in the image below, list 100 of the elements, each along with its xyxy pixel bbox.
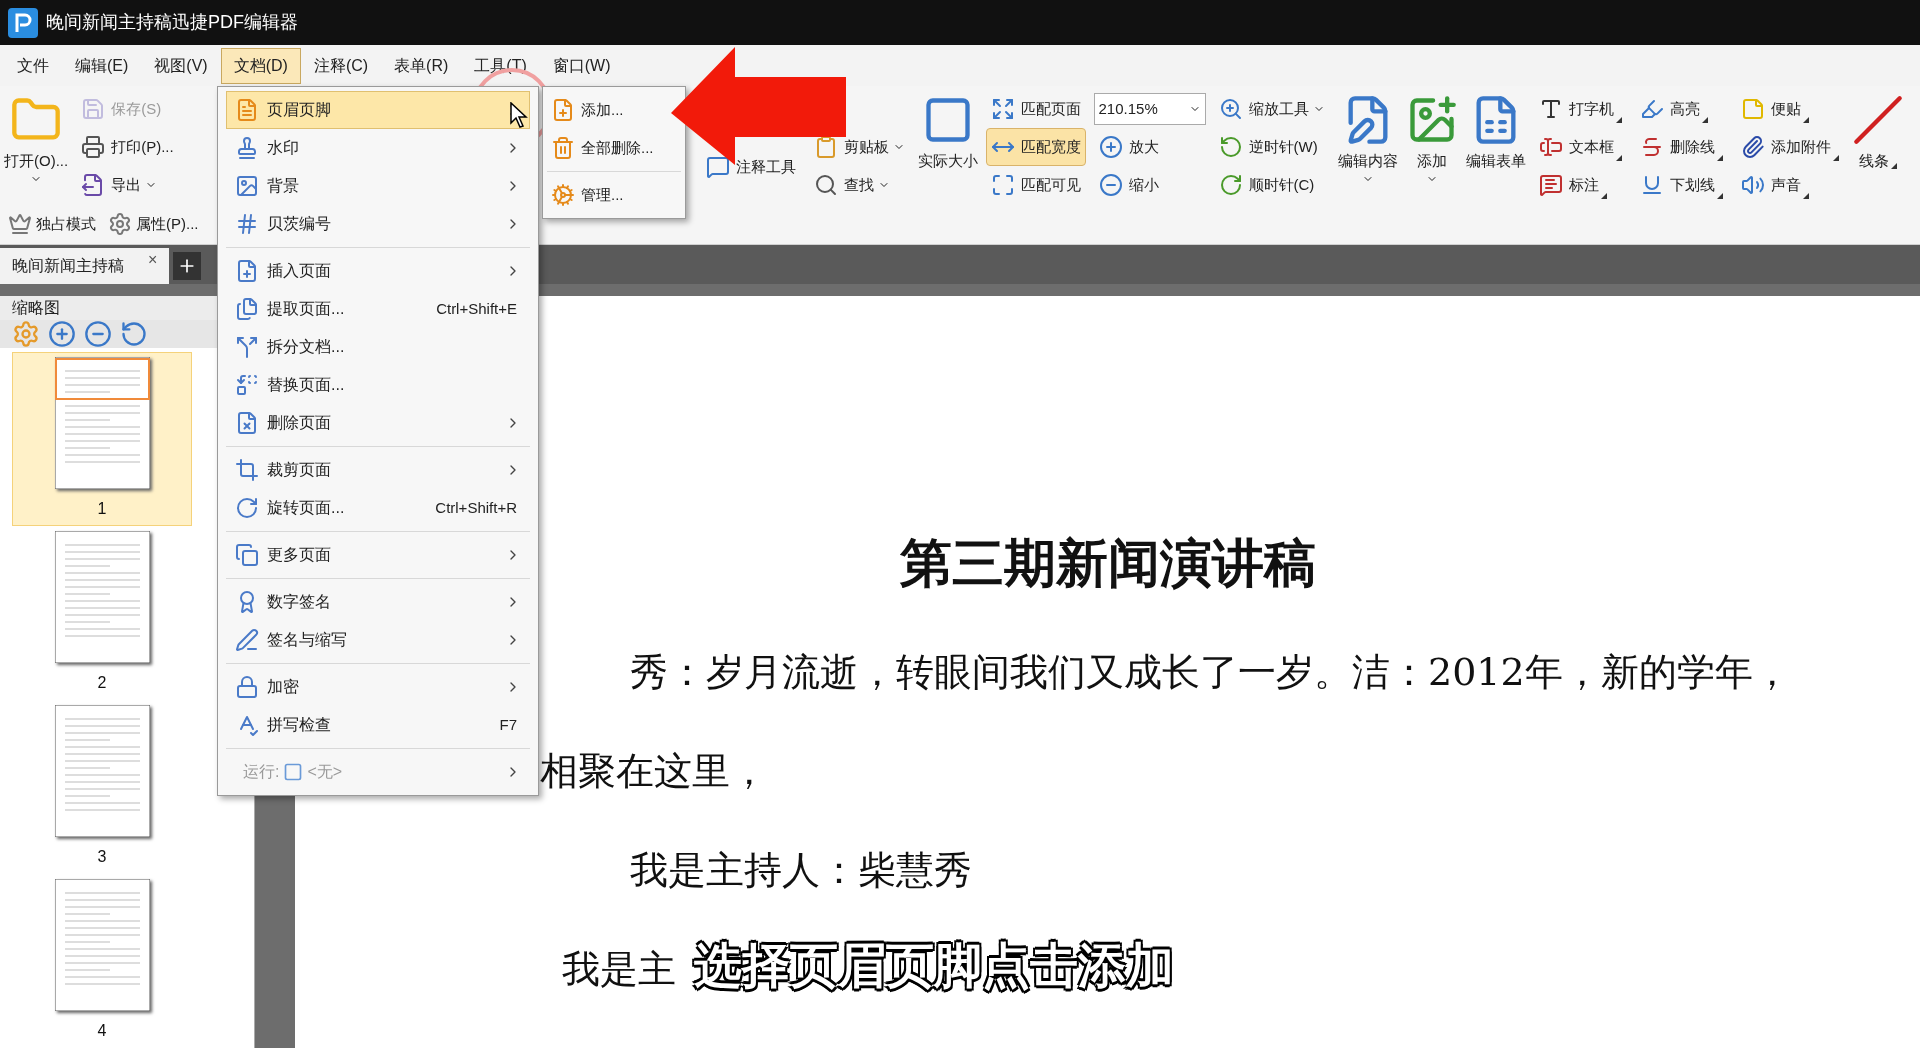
tab-close-button[interactable]: × bbox=[148, 248, 158, 272]
menu-item[interactable]: 文件 bbox=[4, 47, 62, 84]
page-thumbnail[interactable]: 4 bbox=[12, 874, 192, 1048]
toolbar-button[interactable]: 删除线 bbox=[1634, 128, 1728, 166]
menu-item[interactable]: 拆分文档... bbox=[226, 328, 530, 366]
extract-page-icon bbox=[235, 297, 259, 321]
menu-item[interactable]: 页眉页脚 bbox=[226, 91, 530, 129]
save-icon bbox=[81, 97, 106, 121]
toolbar-button[interactable]: 属性(P)... bbox=[104, 208, 203, 240]
replace-page-icon bbox=[235, 373, 259, 397]
zoom-combo[interactable]: 210.15% bbox=[1093, 93, 1206, 125]
menu-item[interactable]: 加密 bbox=[226, 668, 530, 706]
toolbar-button[interactable]: 便贴 bbox=[1735, 90, 1844, 128]
watermark-icon bbox=[235, 136, 259, 160]
background-icon bbox=[235, 174, 259, 198]
submenu-item[interactable]: 全部删除... bbox=[547, 129, 681, 167]
submenu-item[interactable]: 添加... bbox=[547, 91, 681, 129]
document-text: 秀：岁月流逝，转眼间我们又成长了一岁。洁：2012年，新的学年， bbox=[630, 649, 1791, 696]
menu-label: 旋转页面... bbox=[267, 498, 345, 518]
toolbar-large-button[interactable]: 打开(O)... bbox=[0, 90, 73, 185]
highlight-icon bbox=[1639, 97, 1664, 121]
toolbar-button[interactable]: 顺时针(C) bbox=[1213, 166, 1330, 204]
new-tab-icon[interactable] bbox=[173, 252, 202, 280]
menu-item[interactable]: 贝茨编号 bbox=[226, 205, 530, 243]
menu-label: 贝茨编号 bbox=[267, 214, 331, 234]
toolbar-button[interactable]: 导出 bbox=[76, 166, 179, 204]
toolbar-button[interactable]: 文本框 bbox=[1533, 128, 1627, 166]
toolbar-button[interactable]: 打印(P)... bbox=[76, 128, 179, 166]
shortcut-text: Ctrl+Shift+R bbox=[435, 497, 517, 518]
add-icon bbox=[551, 98, 575, 122]
page-number: 1 bbox=[97, 499, 107, 519]
page-thumbnail[interactable]: 2 bbox=[12, 526, 192, 700]
toolbar-button[interactable]: 查找 bbox=[808, 166, 910, 204]
menu-item[interactable]: 文档(D) bbox=[220, 47, 301, 84]
toolbar-button[interactable]: 匹配页面 bbox=[985, 90, 1086, 128]
menu-item[interactable]: 插入页面 bbox=[226, 252, 530, 290]
lock-icon bbox=[235, 675, 259, 699]
toolbar-button[interactable]: 打字机 bbox=[1533, 90, 1627, 128]
zoom-in-icon[interactable] bbox=[48, 320, 76, 348]
toolbar-button[interactable]: 匹配宽度 bbox=[985, 128, 1086, 166]
menu-item[interactable]: 裁剪页面 bbox=[226, 451, 530, 489]
page-thumbnail[interactable]: 3 bbox=[12, 700, 192, 874]
crown-icon bbox=[8, 212, 32, 236]
menu-item[interactable]: 注释(C) bbox=[300, 47, 382, 84]
menu-label: 拆分文档... bbox=[267, 337, 345, 357]
toolbar-button[interactable]: 声音 bbox=[1735, 166, 1844, 204]
document-tab[interactable]: 晚间新闻主持稿 × bbox=[0, 248, 170, 284]
toolbar-button[interactable]: 放大 bbox=[1093, 128, 1206, 166]
menu-item[interactable]: 水印 bbox=[226, 129, 530, 167]
toolbar-button[interactable]: 逆时针(W) bbox=[1213, 128, 1330, 166]
toolbar-large-button[interactable]: 添加 bbox=[1401, 90, 1462, 185]
crop-icon bbox=[235, 458, 259, 482]
menu-item[interactable]: 旋转页面... Ctrl+Shift+R bbox=[226, 489, 530, 527]
document-text: 我是主持人：柴慧秀 bbox=[630, 847, 972, 894]
toolbar-button[interactable]: 剪贴板 bbox=[808, 128, 910, 166]
menu-item[interactable]: 编辑(E) bbox=[62, 47, 142, 84]
menu-item[interactable]: 删除页面 bbox=[226, 404, 530, 442]
toolbar-large-button[interactable]: 编辑表单 bbox=[1461, 90, 1530, 173]
settings-icon[interactable] bbox=[12, 320, 40, 348]
menu-item[interactable]: 表单(R) bbox=[381, 47, 462, 84]
toolbar-button[interactable]: 匹配可见 bbox=[985, 166, 1086, 204]
video-caption: 选择页眉页脚点击添加 bbox=[694, 937, 1174, 996]
menu-label: 插入页面 bbox=[267, 261, 331, 281]
menu-item[interactable]: 替换页面... bbox=[226, 366, 530, 404]
menu-item[interactable]: 背景 bbox=[226, 167, 530, 205]
menu-label: 签名与缩写 bbox=[267, 630, 347, 650]
app-logo-icon bbox=[8, 7, 38, 38]
menu-item[interactable]: 数字签名 bbox=[226, 583, 530, 621]
zoom-out-icon[interactable] bbox=[84, 320, 112, 348]
toolbar-button[interactable]: 缩放工具 bbox=[1213, 90, 1330, 128]
toolbar-button[interactable]: 缩小 bbox=[1093, 166, 1206, 204]
submenu-item[interactable]: 管理... bbox=[547, 176, 681, 214]
toolbar-large-button[interactable]: 线条 bbox=[1847, 90, 1908, 173]
toolbar-button[interactable]: 独占模式 bbox=[4, 208, 100, 240]
menu-item[interactable]: 拼写检查 F7 bbox=[226, 706, 530, 744]
toolbar-large-button[interactable]: 实际大小 bbox=[913, 90, 982, 173]
toolbar-button[interactable]: 高亮 bbox=[1634, 90, 1728, 128]
toolbar-button[interactable]: 注释工具 bbox=[700, 148, 801, 186]
page-thumbnail[interactable]: 1 bbox=[12, 352, 192, 526]
menu-label: 删除页面 bbox=[267, 413, 331, 433]
menu-label: 运行: bbox=[243, 762, 280, 782]
window-icon bbox=[283, 762, 304, 782]
speaker-icon bbox=[1740, 173, 1765, 197]
shortcut-text: F7 bbox=[499, 714, 517, 735]
rotate-page-icon bbox=[235, 496, 259, 520]
menu-label: 裁剪页面 bbox=[267, 460, 331, 480]
fit-visible-icon bbox=[990, 173, 1015, 197]
toolbar-large-button[interactable]: 编辑内容 bbox=[1333, 90, 1402, 185]
menu-label: 拼写检查 bbox=[267, 715, 331, 735]
menu-item[interactable]: 窗口(W) bbox=[539, 47, 624, 84]
menu-item[interactable]: 视图(V) bbox=[141, 47, 221, 84]
menu-label: 水印 bbox=[267, 138, 299, 158]
toolbar-button[interactable]: 下划线 bbox=[1634, 166, 1728, 204]
more-pages-icon bbox=[235, 543, 259, 567]
menu-item[interactable]: 签名与缩写 bbox=[226, 621, 530, 659]
menu-item[interactable]: 更多页面 bbox=[226, 536, 530, 574]
toolbar-button[interactable]: 添加附件 bbox=[1735, 128, 1844, 166]
zoom-in-icon bbox=[1098, 135, 1123, 159]
rotate-left-icon[interactable] bbox=[120, 320, 148, 348]
toolbar-button[interactable]: 标注 bbox=[1533, 166, 1627, 204]
